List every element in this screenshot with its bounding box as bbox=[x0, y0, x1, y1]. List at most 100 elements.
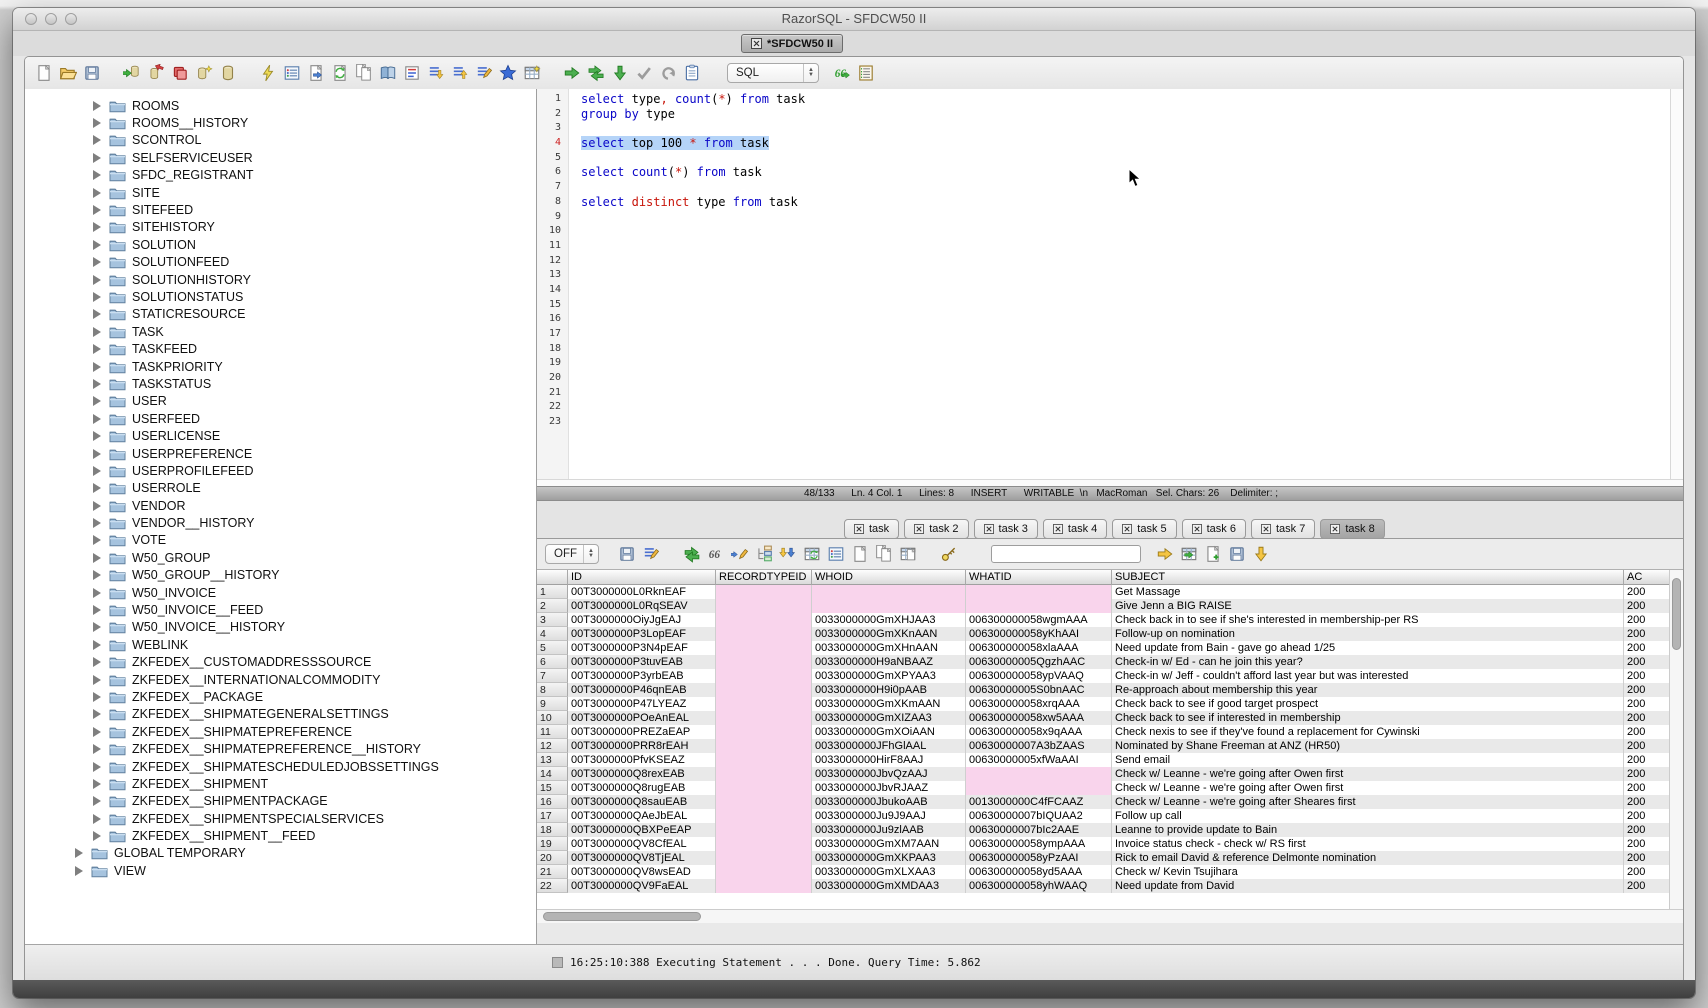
tab-close-icon[interactable] bbox=[751, 38, 762, 49]
table-cell[interactable]: 00T3000000Q8rexEAB bbox=[568, 767, 716, 781]
disclosure-triangle-icon[interactable] bbox=[93, 362, 102, 372]
favorites-star-button[interactable] bbox=[497, 62, 519, 84]
table-row[interactable]: 1900T3000000QV8CfEAL0033000000GmXM7AAN00… bbox=[537, 837, 1669, 851]
code-line[interactable]: select top 100 * from task bbox=[581, 136, 1670, 151]
sidebar-item-zkfedex-shipmatepreference-history[interactable]: ZKFEDEX__SHIPMATEPREFERENCE__HISTORY bbox=[25, 740, 536, 757]
tab-close-icon[interactable] bbox=[1122, 524, 1132, 534]
disclosure-triangle-icon[interactable] bbox=[93, 779, 102, 789]
row-number-cell[interactable]: 6 bbox=[537, 655, 568, 669]
sidebar-item-zkfedex-internationalcommodity[interactable]: ZKFEDEX__INTERNATIONALCOMMODITY bbox=[25, 671, 536, 688]
table-cell[interactable]: 0033000000JbvQzAAJ bbox=[812, 767, 966, 781]
disclosure-triangle-icon[interactable] bbox=[93, 379, 102, 389]
code-line[interactable] bbox=[581, 239, 1670, 254]
sidebar-item-zkfedex-shipment[interactable]: ZKFEDEX__SHIPMENT bbox=[25, 775, 536, 792]
sidebar-item-solutionfeed[interactable]: SOLUTIONFEED bbox=[25, 254, 536, 271]
disclosure-triangle-icon[interactable] bbox=[93, 344, 102, 354]
disconnect-database-button[interactable] bbox=[145, 62, 167, 84]
tab-close-icon[interactable] bbox=[914, 524, 924, 534]
table-cell[interactable] bbox=[716, 725, 812, 739]
document-tab[interactable]: *SFDCW50 II bbox=[741, 34, 843, 53]
table-row[interactable]: 1300T3000000PfvKSEAZ0033000000HirF8AAJ00… bbox=[537, 753, 1669, 767]
column-header-whoid[interactable]: WHOID bbox=[812, 570, 966, 585]
table-cell[interactable] bbox=[716, 613, 812, 627]
table-cell[interactable]: 006300000058ympAAA bbox=[966, 837, 1112, 851]
sidebar-item-w50-group-history[interactable]: W50_GROUP__HISTORY bbox=[25, 567, 536, 584]
reload-grid-button[interactable] bbox=[801, 543, 823, 565]
result-tab-task-2[interactable]: task 2 bbox=[904, 519, 968, 539]
code-line[interactable] bbox=[581, 386, 1670, 401]
disclosure-triangle-icon[interactable] bbox=[93, 762, 102, 772]
table-row[interactable]: 100T3000000L0RknEAFGet Massage200 bbox=[537, 585, 1669, 599]
table-cell[interactable]: 0033000000HirF8AAJ bbox=[812, 753, 966, 767]
table-cell[interactable] bbox=[716, 655, 812, 669]
disclosure-triangle-icon[interactable] bbox=[93, 449, 102, 459]
table-cell[interactable]: Need update from Bain - gave go ahead 1/… bbox=[1112, 641, 1624, 655]
database-browser-button[interactable] bbox=[217, 62, 239, 84]
view-text-button[interactable] bbox=[849, 543, 871, 565]
sidebar-item-staticresource[interactable]: STATICRESOURCE bbox=[25, 306, 536, 323]
disclosure-triangle-icon[interactable] bbox=[93, 466, 102, 476]
sidebar-item-userrole[interactable]: USERROLE bbox=[25, 480, 536, 497]
table-cell[interactable]: 0033000000Ju9J9AAJ bbox=[812, 809, 966, 823]
statement-type-select[interactable]: SQL▲▼ bbox=[727, 63, 819, 83]
table-cell[interactable]: Get Massage bbox=[1112, 585, 1624, 599]
table-cell[interactable]: Give Jenn a BIG RAISE bbox=[1112, 599, 1624, 613]
table-cell[interactable]: Send email bbox=[1112, 753, 1624, 767]
result-tab-task[interactable]: task bbox=[844, 519, 899, 539]
table-cell[interactable] bbox=[716, 809, 812, 823]
row-number-cell[interactable]: 21 bbox=[537, 865, 568, 879]
row-number-cell[interactable]: 8 bbox=[537, 683, 568, 697]
tab-close-icon[interactable] bbox=[1261, 524, 1271, 534]
table-cell[interactable]: Follow-up on nomination bbox=[1112, 627, 1624, 641]
editor-vscrollbar[interactable] bbox=[1670, 89, 1683, 479]
table-cell[interactable]: 0033000000H9aNBAAZ bbox=[812, 655, 966, 669]
disclosure-triangle-icon[interactable] bbox=[93, 605, 102, 615]
close-window-button[interactable] bbox=[25, 13, 37, 25]
table-row[interactable]: 900T3000000P47LYEAZ0033000000GmXKmAAN006… bbox=[537, 697, 1669, 711]
table-cell[interactable]: 200 bbox=[1624, 669, 1669, 683]
table-cell[interactable]: Check back in to see if she's interested… bbox=[1112, 613, 1624, 627]
disclosure-triangle-icon[interactable] bbox=[93, 692, 102, 702]
sidebar-item-zkfedex-customaddresssource[interactable]: ZKFEDEX__CUSTOMADDRESSSOURCE bbox=[25, 654, 536, 671]
sql-editor[interactable]: 1234567891011121314151617181920212223 se… bbox=[537, 89, 1683, 479]
result-tab-task-7[interactable]: task 7 bbox=[1251, 519, 1315, 539]
table-cell[interactable]: 00T3000000QV9FaEAL bbox=[568, 879, 716, 893]
disclosure-triangle-icon[interactable] bbox=[93, 535, 102, 545]
table-cell[interactable] bbox=[716, 837, 812, 851]
edit-sql-button[interactable] bbox=[473, 62, 495, 84]
table-row[interactable]: 800T3000000P46qnEAB0033000000H9i0pAAB006… bbox=[537, 683, 1669, 697]
fetch-more-button[interactable] bbox=[777, 543, 799, 565]
row-number-cell[interactable]: 17 bbox=[537, 809, 568, 823]
table-cell[interactable]: 200 bbox=[1624, 683, 1669, 697]
table-cell[interactable]: 006300000058yd5AAA bbox=[966, 865, 1112, 879]
sort-descending-button[interactable] bbox=[425, 62, 447, 84]
sidebar-item-site[interactable]: SITE bbox=[25, 184, 536, 201]
table-cell[interactable]: 200 bbox=[1624, 711, 1669, 725]
table-cell[interactable]: Nominated by Shane Freeman at ANZ (HR50) bbox=[1112, 739, 1624, 753]
table-cell[interactable] bbox=[966, 585, 1112, 599]
describe-grid-button[interactable] bbox=[825, 543, 847, 565]
table-cell[interactable]: 00T3000000Q8sauEAB bbox=[568, 795, 716, 809]
table-cell[interactable] bbox=[716, 739, 812, 753]
table-cell[interactable]: 00T3000000Q8rugEAB bbox=[568, 781, 716, 795]
sidebar-item-zkfedex-shipmatepreference[interactable]: ZKFEDEX__SHIPMATEPREFERENCE bbox=[25, 723, 536, 740]
disclosure-triangle-icon[interactable] bbox=[93, 431, 102, 441]
grid-hscrollbar[interactable] bbox=[537, 909, 1683, 923]
commit-button[interactable] bbox=[169, 62, 191, 84]
table-cell[interactable]: 200 bbox=[1624, 613, 1669, 627]
table-cell[interactable]: Check w/ Leanne - we're going after Owen… bbox=[1112, 767, 1624, 781]
disclosure-triangle-icon[interactable] bbox=[93, 588, 102, 598]
grid-hscrollbar-thumb[interactable] bbox=[543, 912, 701, 921]
code-line[interactable] bbox=[581, 210, 1670, 225]
disclosure-triangle-icon[interactable] bbox=[93, 257, 102, 267]
table-cell[interactable]: 0033000000GmXMDAA3 bbox=[812, 879, 966, 893]
sidebar-item-taskstatus[interactable]: TASKSTATUS bbox=[25, 375, 536, 392]
code-line[interactable]: select count(*) from task bbox=[581, 165, 1670, 180]
execute-forward-button[interactable] bbox=[561, 62, 583, 84]
table-cell[interactable]: 0033000000GmXM7AAN bbox=[812, 837, 966, 851]
table-cell[interactable] bbox=[716, 599, 812, 613]
new-connection-button[interactable] bbox=[193, 62, 215, 84]
new-file-button[interactable] bbox=[33, 62, 55, 84]
disclosure-triangle-icon[interactable] bbox=[93, 396, 102, 406]
table-cell[interactable]: 0033000000JbukoAAB bbox=[812, 795, 966, 809]
